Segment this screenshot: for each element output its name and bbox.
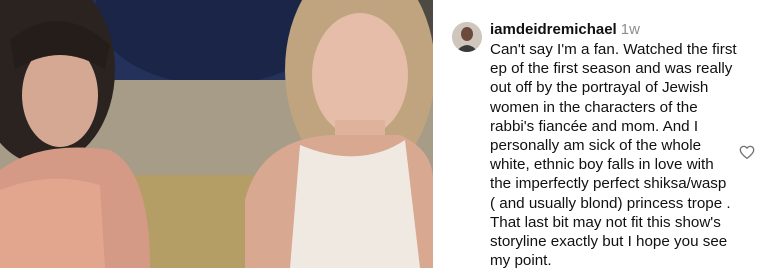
comment-header: iamdeidremichael 1w: [490, 21, 746, 39]
like-button[interactable]: [738, 143, 756, 161]
scene-illustration: [0, 0, 433, 268]
comment-text: Can't say I'm a fan. Watched the first e…: [490, 41, 737, 270]
username-link[interactable]: iamdeidremichael: [490, 21, 617, 38]
comment-content: iamdeidremichael 1w Can't say I'm a fan. …: [490, 21, 746, 270]
profile-photo-icon: [452, 22, 482, 52]
tv-still-image: [0, 0, 433, 268]
timestamp[interactable]: 1w: [621, 21, 640, 38]
avatar[interactable]: [452, 22, 482, 52]
heart-outline-icon: [739, 145, 755, 160]
